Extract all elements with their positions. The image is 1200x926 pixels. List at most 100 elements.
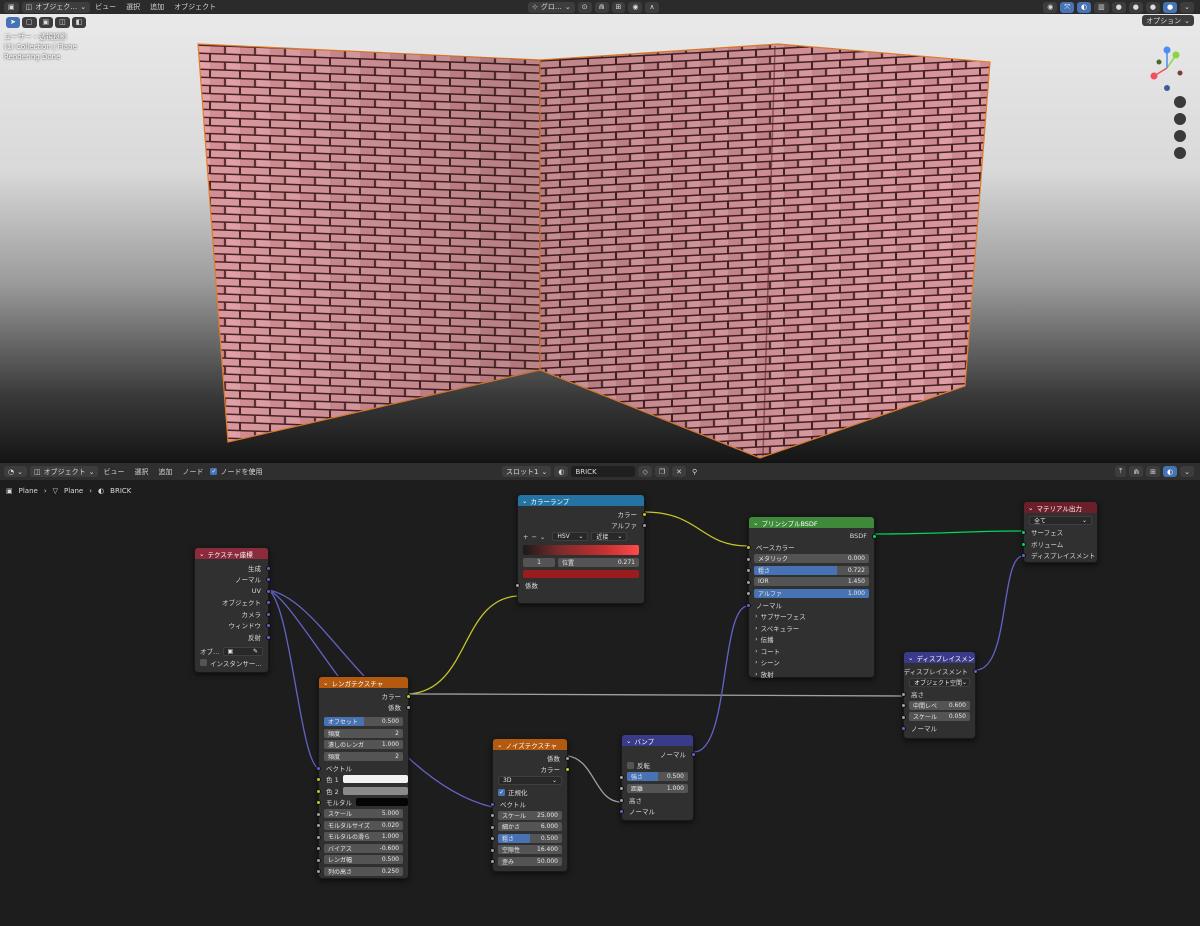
viewport-3d[interactable]: ➤ ▢ ▣ ◫ ◧ ユーザー・透視投影 (1) Collection | Pla… [0,14,1200,462]
output-socket[interactable] [266,565,271,571]
stop-position-field[interactable]: 位置 0.271 [558,557,639,567]
camera-icon[interactable] [1174,130,1186,142]
panel-sheen[interactable]: › シーン [749,657,874,669]
socket-bsdf[interactable]: BSDF [749,530,877,542]
input-socket[interactable] [490,836,495,841]
field-midlevel[interactable]: 中間レベ 0.600 [901,700,975,712]
dimensions-dropdown[interactable]: 3D ⌄ [493,775,567,787]
field-lacunarity[interactable]: 空隙性 16.400 [490,844,567,856]
menu-node[interactable]: ノード [177,467,208,477]
socket-reflection[interactable]: 反射 [195,631,271,643]
stop-color-swatch[interactable] [523,569,639,578]
shading-wire[interactable]: ● [1111,1,1126,13]
editor-type-button[interactable]: ▣ [4,1,19,13]
field-distance[interactable]: 距離 1.000 [619,783,693,795]
menu-view[interactable]: ビュー [90,2,121,12]
output-socket[interactable] [642,523,647,528]
socket-color2[interactable]: 色 2 [316,785,408,797]
menu-select[interactable]: 選択 [129,467,153,477]
input-socket[interactable] [316,857,321,863]
node-texture-coordinate[interactable]: ⌄ テクスチャ座標 生成 ノーマル UV オブジェクト カメラ ウィンドウ 反射… [194,547,271,673]
socket-displacement[interactable]: ディスプレイスメント [1021,550,1097,562]
socket-color[interactable]: カラー [319,690,411,702]
menu-object[interactable]: オブジェクト [169,2,221,12]
socket-normal-out[interactable]: ノーマル [622,748,696,760]
z-axis-handle[interactable] [1163,46,1171,54]
socket-color[interactable]: カラー [518,508,647,520]
input-socket[interactable] [901,691,906,697]
node-color-ramp[interactable]: ⌄ カラーランプ カラー アルファ + − ⌄ HSV ⌄ 近接 ⌄ 1 位置 0.2… [515,494,647,604]
breadcrumb-object[interactable]: Plane [19,487,38,495]
node-principled-bsdf[interactable]: ⌄ プリンシプルBSDF BSDF ベースカラー メタリック 0.000 粗さ 0.… [746,516,877,679]
slot-dropdown[interactable]: スロット1 ⌄ [502,466,552,477]
field-alpha[interactable]: アルファ 1.000 [746,588,874,600]
socket-object[interactable]: オブジェクト [195,597,271,609]
field-scale[interactable]: スケール 0.050 [901,711,975,723]
input-socket[interactable] [515,583,520,588]
input-socket[interactable] [316,834,321,840]
normalize-toggle[interactable]: ✓ 正規化 [493,787,567,799]
output-socket[interactable] [973,668,978,674]
menu-add[interactable]: 追加 [153,467,177,477]
input-socket[interactable] [1021,541,1026,547]
input-socket[interactable] [490,801,495,807]
output-socket[interactable] [406,693,411,699]
field-mortar-size[interactable]: モルタルサイズ 0.020 [316,820,408,832]
node-noise-texture[interactable]: ⌄ ノイズテクスチャ 係数 カラー 3D ⌄ ✓ 正規化 ベクトル スケール 25.0… [490,738,570,872]
overlay-toggle[interactable]: ◐ [1163,466,1178,477]
pin-icon[interactable]: ⚲ [689,468,697,476]
color-mode-dropdown[interactable]: HSV ⌄ [552,532,589,542]
input-socket[interactable] [746,556,751,562]
menu-view[interactable]: ビュー [98,467,129,477]
stop-index-field[interactable]: 1 [523,557,555,567]
output-socket[interactable] [691,751,696,757]
socket-displacement-out[interactable]: ディスプレイスメント [904,665,978,677]
gradient-bar[interactable] [523,544,639,555]
field-brick-width[interactable]: レンガ幅 0.500 [316,854,408,866]
material-browse-button[interactable]: ◐ [554,466,569,477]
space-dropdown[interactable]: オブジェクト空間 ⌄ [904,677,975,689]
output-socket[interactable] [266,623,271,628]
x-axis-handle[interactable] [1150,72,1158,80]
socket-base-color[interactable]: ベースカラー [746,542,874,554]
input-socket[interactable] [619,774,624,780]
input-socket[interactable] [490,859,495,864]
visibility-dropdown[interactable]: ◉ [1043,1,1058,13]
remove-stop-icon[interactable]: − [531,533,536,541]
breadcrumb-mesh[interactable]: Plane [64,487,83,495]
breadcrumb-material[interactable]: BRICK [110,487,131,495]
socket-camera[interactable]: カメラ [195,608,271,620]
color2-swatch[interactable] [342,786,408,795]
field-squash-frequency[interactable]: 頻度 2 [319,751,408,763]
socket-alpha[interactable]: アルファ [518,520,647,532]
input-socket[interactable] [746,545,751,550]
input-socket[interactable] [316,788,321,794]
ramp-gradient[interactable] [518,543,644,557]
snap-toggle[interactable]: ⋒ [1129,466,1144,477]
gizmo-toggle[interactable]: ⤧ [1060,1,1074,13]
mode-dropdown[interactable]: ◫ オブジェク… ⌄ [21,1,91,13]
navigation-gizmo[interactable] [1142,40,1192,190]
input-socket[interactable] [901,726,906,731]
output-socket[interactable] [266,611,271,617]
output-socket[interactable] [642,511,647,517]
field-roughness[interactable]: 粗さ 0.500 [490,833,567,845]
color1-swatch[interactable] [342,775,408,784]
panel-transmission[interactable]: › 伝播 [749,634,874,646]
socket-window[interactable]: ウィンドウ [195,620,271,632]
socket-vector[interactable]: ベクトル [316,762,408,774]
xray-toggle[interactable]: ▥ [1094,1,1109,13]
output-socket[interactable] [565,767,570,772]
socket-normal[interactable]: ノーマル [901,723,975,735]
socket-uv[interactable]: UV [195,585,271,597]
socket-fac[interactable]: 係数 [493,752,570,764]
mortar-swatch[interactable] [356,798,408,807]
field-ior[interactable]: IOR 1.450 [746,576,874,588]
field-detail[interactable]: 細かさ 6.000 [490,821,567,833]
node-displacement[interactable]: ⌄ ディスプレイスメント ディスプレイスメント オブジェクト空間 ⌄ 高さ 中間レ… [901,651,978,739]
output-socket[interactable] [406,705,411,710]
input-socket[interactable] [316,869,321,874]
panel-subsurface[interactable]: › サブサーフェス [749,611,874,623]
socket-normal[interactable]: ノーマル [619,806,693,818]
socket-normal[interactable]: ノーマル [746,599,874,611]
